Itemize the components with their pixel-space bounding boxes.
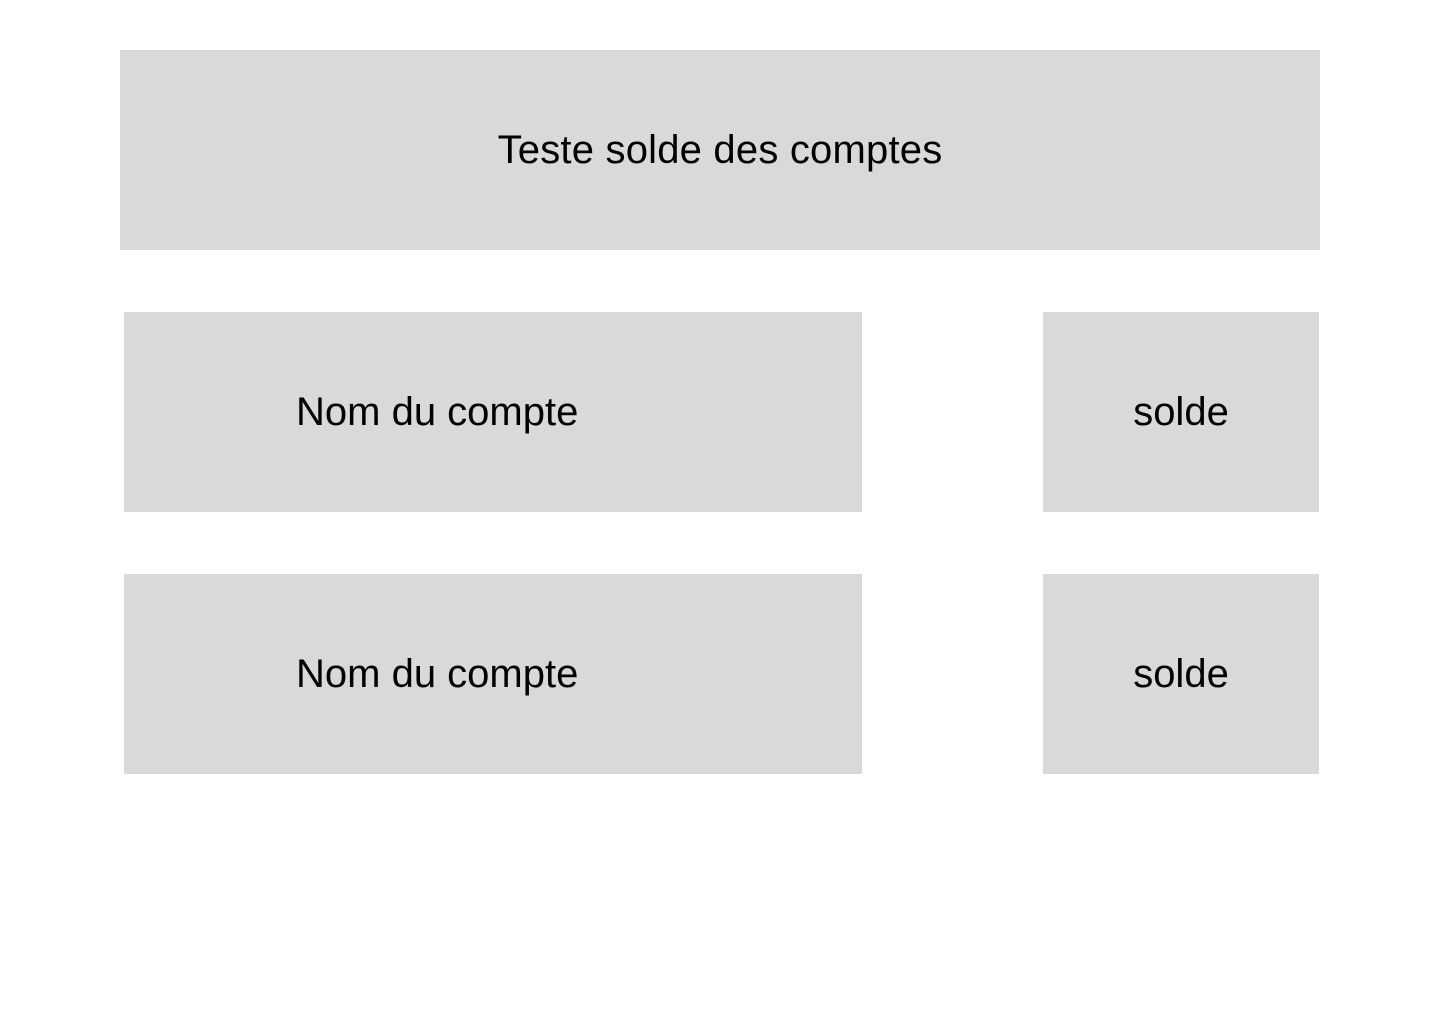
account-name-label: Nom du compte	[296, 651, 579, 696]
account-balance-field-2[interactable]: solde	[1043, 574, 1319, 774]
page-title: Teste solde des comptes	[497, 127, 943, 172]
account-balance-label: solde	[1133, 389, 1229, 434]
account-name-field-2[interactable]: Nom du compte	[124, 574, 862, 774]
account-balance-field-1[interactable]: solde	[1043, 312, 1319, 512]
account-name-label: Nom du compte	[296, 389, 579, 434]
page-title-box: Teste solde des comptes	[120, 50, 1320, 250]
account-balance-label: solde	[1133, 651, 1229, 696]
account-name-field-1[interactable]: Nom du compte	[124, 312, 862, 512]
